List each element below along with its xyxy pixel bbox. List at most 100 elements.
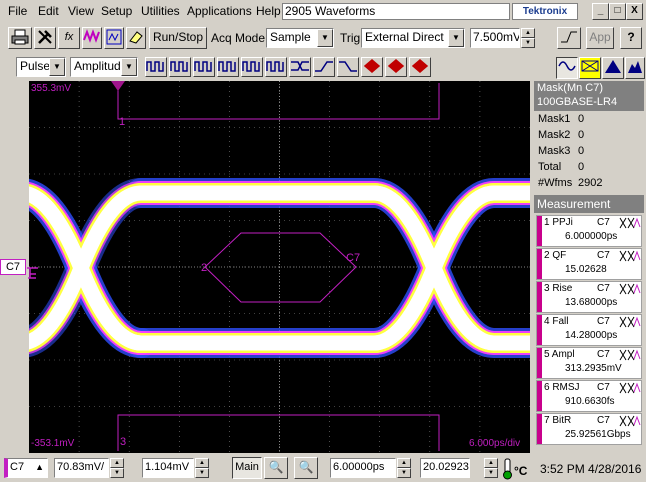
run-stop-button[interactable]: Run/Stop [149,27,207,49]
fall-time-button[interactable] [337,57,359,77]
menu-view[interactable]: View [68,4,94,18]
menu-file[interactable]: File [8,4,27,18]
mask-standard: 100GBASE-LR4 [537,96,618,108]
mask-row-label: Mask3 [538,145,571,157]
mask-row-value: 2902 [578,177,603,189]
pulse-width-button[interactable] [193,57,215,77]
spin-up-icon[interactable]: ▲ [195,458,209,468]
measurement-value: 6.000000ps [565,231,618,242]
spin-up-icon[interactable]: ▲ [397,458,411,468]
measurement-channel: C7 [597,316,610,327]
measurement-item[interactable]: 4 Fall C7 14.28000ps [536,314,642,346]
measurement-item[interactable]: 6 RMSJ C7 910.6630fs [536,380,642,412]
eye-view-button[interactable] [579,57,601,79]
measurement-item[interactable]: 7 BitR C7 25.92561Gbps [536,413,642,445]
zoom-in-button[interactable]: 🔍 [264,457,288,479]
math-function-button[interactable]: fx [58,27,80,49]
position-spinner[interactable]: ▲ ▼ [484,458,498,478]
waveform-view-button[interactable] [556,57,578,79]
measurement-color-bar [537,414,542,444]
histogram-button[interactable] [602,57,624,79]
amplitude-select[interactable]: Amplitude ▼ [70,57,138,77]
measurement-item[interactable]: 1 PPJi C7 6.000000ps [536,215,642,247]
dots-icon [411,59,429,73]
mask-row-value: 0 [578,145,585,157]
trig-source-select[interactable]: External Direct ▼ [361,28,465,48]
measurement-channel: C7 [597,382,610,393]
statistics-icon[interactable] [619,316,641,328]
bottom-level-label: -353.1mV [31,438,75,449]
menu-setup[interactable]: Setup [101,4,132,18]
minimize-button[interactable]: _ [592,3,609,20]
statistics-icon[interactable] [619,415,641,427]
channel-marker[interactable]: C7 [0,259,26,275]
menu-applications[interactable]: Applications [187,4,252,18]
statistics-icon[interactable] [619,217,641,229]
app-button[interactable]: App [586,27,614,49]
measure-button[interactable] [104,27,124,49]
tools-button[interactable] [34,27,56,49]
spin-up-icon[interactable]: ▲ [110,458,124,468]
waveform-display[interactable]: 355.3mV -353.1mV 6.000ps/div 1 2 3 C7 [29,81,530,453]
crossing-button[interactable] [289,57,311,77]
measurement-item[interactable]: 3 Rise C7 13.68000ps [536,281,642,313]
position-field[interactable]: 20.02923 [420,458,470,478]
trig-level-spinner[interactable]: ▲ ▼ [521,28,535,48]
maximize-button[interactable]: □ [609,3,626,20]
frequency-button[interactable] [169,57,191,77]
menu-help[interactable]: Help [256,4,281,18]
clock-text: 3:52 PM 4/28/2016 [540,462,642,476]
edge-slope-button[interactable] [557,27,581,49]
spin-up-icon[interactable]: ▲ [521,28,535,38]
waveform-button[interactable] [82,27,102,49]
spin-up-icon[interactable]: ▲ [484,458,498,468]
measurement-item[interactable]: 2 QF C7 15.02628 [536,248,642,280]
volts-div-spinner[interactable]: ▲ ▼ [110,458,124,478]
help-icon: ? [627,30,635,44]
help-button[interactable]: ? [620,27,642,49]
time-scale-field[interactable]: 6.00000ps [330,458,396,478]
measurement-item[interactable]: 5 Ampl C7 313.2935mV [536,347,642,379]
menu-edit[interactable]: Edit [38,4,59,18]
spin-down-icon[interactable]: ▼ [484,468,498,478]
menu-utilities[interactable]: Utilities [141,4,180,18]
jitter-button[interactable] [361,57,383,77]
close-button[interactable]: X [626,3,643,20]
acq-mode-select[interactable]: Sample ▼ [266,28,334,48]
dots-button[interactable] [409,57,431,77]
statistics-icon[interactable] [619,349,641,361]
time-scale-spinner[interactable]: ▲ ▼ [397,458,411,478]
trig-level-field[interactable]: 7.500mV [470,28,520,48]
acq-mode-label: Acq Mode [211,31,266,45]
period-button[interactable] [145,57,167,77]
channel-select[interactable]: C7 ▲ [4,458,48,478]
mask-row-label: Mask2 [538,129,571,141]
top-level-label: 355.3mV [31,83,72,94]
spin-down-icon[interactable]: ▼ [521,38,535,48]
offset-field[interactable]: 1.104mV [142,458,194,478]
burst-width-button[interactable] [241,57,263,77]
offset-spinner[interactable]: ▲ ▼ [195,458,209,478]
trigger-marker-icon[interactable] [110,80,126,92]
eye-opening-button[interactable] [385,57,407,77]
histogram-mode-button[interactable] [625,57,645,79]
volts-div-field[interactable]: 70.83mV/ [54,458,109,478]
duty-cycle-icon [218,61,236,72]
mask-row-value: 0 [578,161,585,173]
waveform-label: C7 [346,252,361,264]
statistics-icon[interactable] [619,382,641,394]
zoom-out-button[interactable]: 🔍 [294,457,318,479]
cycle-button[interactable] [265,57,287,77]
spin-down-icon[interactable]: ▼ [110,468,124,478]
eraser-button[interactable] [126,27,146,49]
mask-row-label: Mask1 [538,113,571,125]
main-timebase-button[interactable]: Main [232,457,262,479]
duty-cycle-button[interactable] [217,57,239,77]
statistics-icon[interactable] [619,250,641,262]
statistics-icon[interactable] [619,283,641,295]
spin-down-icon[interactable]: ▼ [195,468,209,478]
spin-down-icon[interactable]: ▼ [397,468,411,478]
rise-time-button[interactable] [313,57,335,77]
print-button[interactable] [8,27,32,49]
pulse-select[interactable]: Pulse ▼ [16,57,66,77]
